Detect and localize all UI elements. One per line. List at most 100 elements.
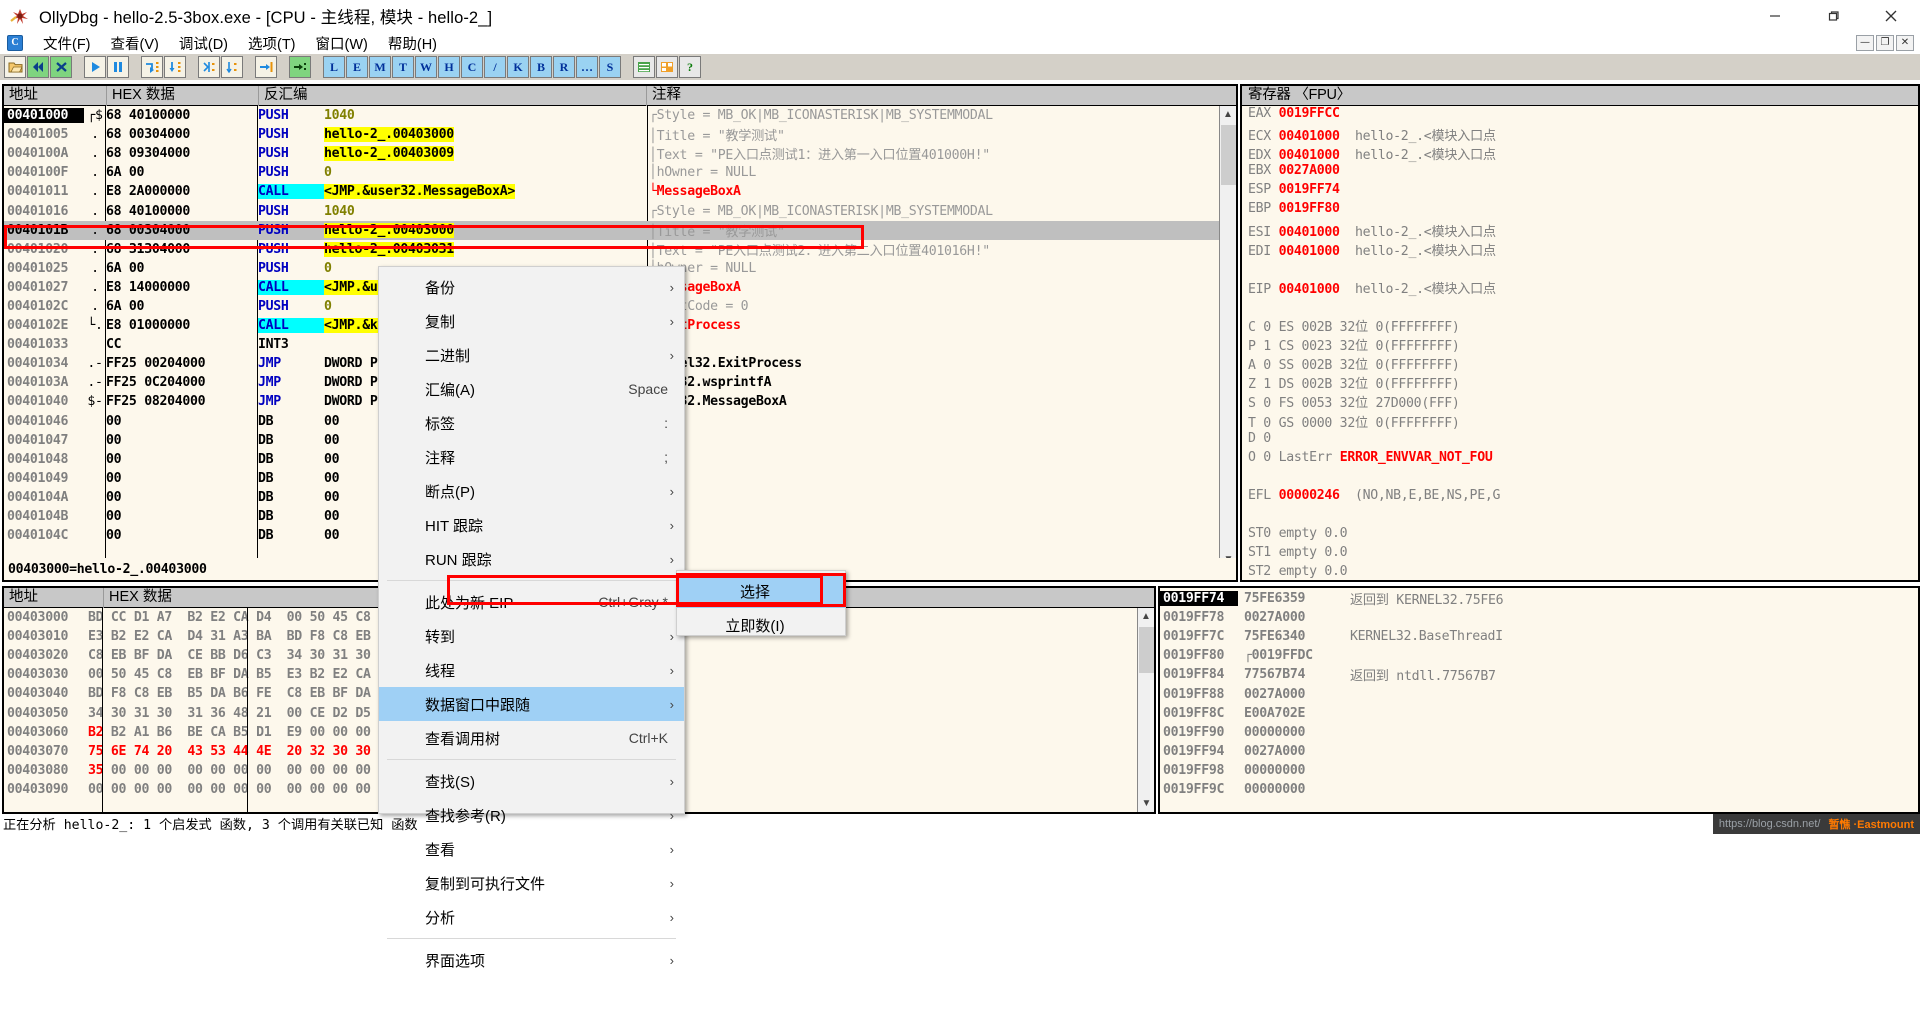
- register-value[interactable]: 0019FFCC: [1279, 106, 1355, 121]
- context-menu-item[interactable]: 注释;: [379, 440, 684, 474]
- stack-row[interactable]: 0019FF78 0027A000: [1160, 608, 1918, 627]
- disasm-row[interactable]: 00401000 ┌$ 68 40100000 PUSH 1040 ┌Style = MB…: [4, 106, 1236, 125]
- register-row[interactable]: [1242, 469, 1918, 488]
- step-over-icon[interactable]: [164, 56, 186, 78]
- cpu-vertical-scrollbar[interactable]: ▲ ▼: [1219, 106, 1236, 568]
- context-menu-item[interactable]: 汇编(A) Space: [379, 372, 684, 406]
- disasm-row[interactable]: 00401016. 68 40100000 PUSH 1040 ┌Style = MB_…: [4, 201, 1236, 220]
- context-menu-item[interactable]: 查看调用树 Ctrl+K: [379, 721, 684, 755]
- register-row[interactable]: Z 1 DS 002B 32位 0(FFFFFFFF): [1242, 373, 1918, 392]
- cpu-header-hexdata[interactable]: HEX 数据: [107, 86, 259, 106]
- dump-header-address[interactable]: 地址: [4, 588, 104, 608]
- source-icon[interactable]: S: [599, 56, 621, 78]
- stack-row[interactable]: 0019FF7C 75FE6340 KERNEL32.BaseThreadI: [1160, 627, 1918, 646]
- register-row[interactable]: EBP 0019FF80: [1242, 201, 1918, 220]
- references-icon[interactable]: R: [553, 56, 575, 78]
- restart-icon[interactable]: [27, 56, 49, 78]
- context-menu-item[interactable]: RUN 跟踪 ›: [379, 542, 684, 576]
- context-menu-item[interactable]: 此处为新 EIP Ctrl+Gray *: [379, 585, 684, 619]
- register-value[interactable]: 00401000: [1279, 225, 1355, 240]
- register-row[interactable]: EIP 00401000 hello-2_.<模块入口点: [1242, 278, 1918, 297]
- register-row[interactable]: EBX 0027A000: [1242, 163, 1918, 182]
- stack-panel[interactable]: 0019FF74 75FE6359 返回到 KERNEL32.75FE6 0019FF…: [1158, 586, 1920, 814]
- trace-into-icon[interactable]: [198, 56, 220, 78]
- registers-panel[interactable]: 寄存器 〈FPU〉 EAX 0019FFCC ECX 00401000 hell…: [1240, 84, 1920, 582]
- context-menu-item[interactable]: 二进制 ›: [379, 338, 684, 372]
- register-value[interactable]: 0027A000: [1279, 163, 1355, 178]
- menu-view[interactable]: 查看(V): [101, 32, 169, 55]
- menu-help[interactable]: 帮助(H): [378, 32, 447, 55]
- stack-row[interactable]: 0019FF80 ┌0019FFDC: [1160, 646, 1918, 665]
- step-into-icon[interactable]: [141, 56, 163, 78]
- register-row[interactable]: [1242, 297, 1918, 316]
- mdi-minimize-button[interactable]: —: [1856, 35, 1874, 51]
- windows-icon[interactable]: W: [415, 56, 437, 78]
- register-row[interactable]: [1242, 507, 1918, 526]
- register-value[interactable]: 00000246: [1279, 488, 1355, 503]
- register-row[interactable]: ST2 empty 0.0: [1242, 564, 1918, 580]
- patches-icon[interactable]: /: [484, 56, 506, 78]
- stack-row[interactable]: 0019FF8C E00A702E: [1160, 704, 1918, 723]
- cpu-header-disassembly[interactable]: 反汇编: [259, 86, 647, 106]
- submenu-item[interactable]: 选择: [677, 574, 845, 608]
- context-menu-item[interactable]: 备份 ›: [379, 270, 684, 304]
- dump-scroll-down-arrow[interactable]: ▼: [1138, 795, 1154, 812]
- close-button[interactable]: [1862, 0, 1920, 32]
- register-value[interactable]: 0019FF74: [1279, 182, 1355, 197]
- run-trace-icon[interactable]: …: [576, 56, 598, 78]
- maximize-restore-button[interactable]: [1804, 0, 1862, 32]
- register-row[interactable]: A 0 SS 002B 32位 0(FFFFFFFF): [1242, 354, 1918, 373]
- menu-window[interactable]: 窗口(W): [306, 32, 378, 55]
- register-value[interactable]: 00401000: [1279, 282, 1355, 297]
- menu-file[interactable]: 文件(F): [33, 32, 101, 55]
- context-menu-item[interactable]: 断点(P) ›: [379, 474, 684, 508]
- register-row[interactable]: ESP 0019FF74: [1242, 182, 1918, 201]
- help-icon[interactable]: ?: [679, 56, 701, 78]
- pause-icon[interactable]: [107, 56, 129, 78]
- menu-debug[interactable]: 调试(D): [169, 32, 238, 55]
- register-row[interactable]: EDI 00401000 hello-2_.<模块入口点: [1242, 240, 1918, 259]
- menu-options[interactable]: 选项(T): [238, 32, 306, 55]
- stack-row[interactable]: 0019FF9C 00000000: [1160, 780, 1918, 799]
- context-menu-item[interactable]: 复制 ›: [379, 304, 684, 338]
- context-menu-item[interactable]: 标签:: [379, 406, 684, 440]
- options-grid-icon[interactable]: [656, 56, 678, 78]
- context-menu-item[interactable]: 分析 ›: [379, 900, 684, 934]
- breakpoints-icon[interactable]: B: [530, 56, 552, 78]
- context-menu-item[interactable]: 线程 ›: [379, 653, 684, 687]
- register-row[interactable]: D 0: [1242, 431, 1918, 450]
- context-menu-item[interactable]: 界面选项 ›: [379, 943, 684, 977]
- call-stack-icon[interactable]: K: [507, 56, 529, 78]
- register-row[interactable]: P 1 CS 0023 32位 0(FFFFFFFF): [1242, 335, 1918, 354]
- register-row[interactable]: O 0 LastErr ERROR_ENVVAR_NOT_FOU: [1242, 450, 1918, 469]
- register-row[interactable]: S 0 FS 0053 32位 27D000(FFF): [1242, 392, 1918, 411]
- mdi-restore-button[interactable]: ❐: [1876, 35, 1894, 51]
- execute-till-return-icon[interactable]: [255, 56, 277, 78]
- close-program-icon[interactable]: [50, 56, 72, 78]
- context-menu-item[interactable]: 查找参考(R) ›: [379, 798, 684, 832]
- cpu-window-icon[interactable]: C: [461, 56, 483, 78]
- animate-icon[interactable]: [289, 56, 311, 78]
- disasm-row[interactable]: 0040101B. 68 00304000 PUSH hello-2_.0040300…: [4, 220, 1236, 240]
- register-row[interactable]: C 0 ES 002B 32位 0(FFFFFFFF): [1242, 316, 1918, 335]
- cpu-scroll-up-arrow[interactable]: ▲: [1220, 106, 1236, 123]
- disasm-row[interactable]: 00401011. E8 2A000000 CALL <JMP.&user32.Mes…: [4, 182, 1236, 201]
- stack-row[interactable]: 0019FF88 0027A000: [1160, 684, 1918, 703]
- register-value[interactable]: 00401000: [1279, 129, 1355, 144]
- handles-icon[interactable]: H: [438, 56, 460, 78]
- register-row[interactable]: ECX 00401000 hello-2_.<模块入口点: [1242, 125, 1918, 144]
- register-row[interactable]: EAX 0019FFCC: [1242, 106, 1918, 125]
- register-row[interactable]: T 0 GS 0000 32位 0(FFFFFFFF): [1242, 412, 1918, 431]
- context-menu-item[interactable]: 查看 ›: [379, 832, 684, 866]
- stack-row[interactable]: 0019FF98 00000000: [1160, 761, 1918, 780]
- mdi-child-icon[interactable]: C: [7, 35, 23, 51]
- threads-icon[interactable]: T: [392, 56, 414, 78]
- open-file-icon[interactable]: [4, 56, 26, 78]
- stack-row[interactable]: 0019FF90 00000000: [1160, 723, 1918, 742]
- memory-map-icon[interactable]: M: [369, 56, 391, 78]
- minimize-button[interactable]: [1746, 0, 1804, 32]
- register-row[interactable]: ESI 00401000 hello-2_.<模块入口点: [1242, 221, 1918, 240]
- context-menu-item[interactable]: HIT 跟踪 ›: [379, 508, 684, 542]
- disasm-row[interactable]: 0040100A. 68 09304000 PUSH hello-2_.0040300…: [4, 144, 1236, 163]
- context-menu-item[interactable]: 复制到可执行文件 ›: [379, 866, 684, 900]
